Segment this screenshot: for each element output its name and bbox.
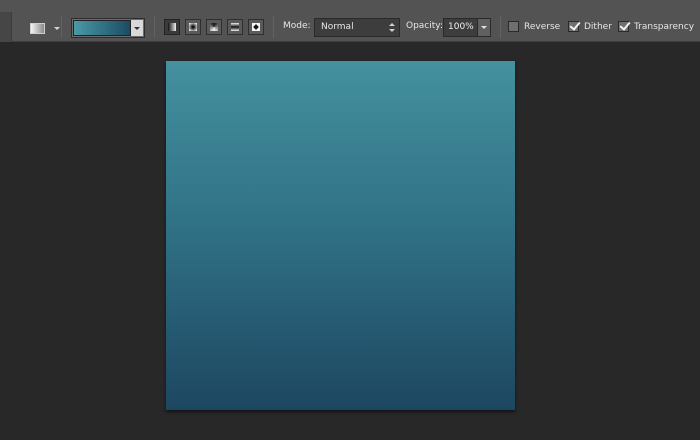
dither-label: Dither: [584, 21, 612, 32]
chevron-down-icon: [54, 26, 60, 30]
gradient-picker[interactable]: [71, 18, 145, 38]
separator: [61, 16, 62, 38]
mode-label: Mode:: [283, 21, 311, 31]
opacity-label: Opacity:: [406, 21, 443, 31]
linear-gradient-button[interactable]: [164, 19, 180, 35]
gradient-tool-preset-icon: [30, 22, 45, 34]
updown-arrows-icon: [389, 23, 395, 32]
reverse-checkbox-box[interactable]: [508, 21, 519, 32]
gradient-preview-swatch[interactable]: [73, 20, 131, 36]
reverse-label: Reverse: [524, 21, 561, 32]
gradient-picker-dropdown-icon[interactable]: [131, 20, 143, 36]
options-bar: Mode: Normal Opacity: 100% Reverse Dithe…: [0, 0, 700, 42]
reflected-gradient-icon: [231, 23, 239, 31]
mode-select[interactable]: Normal: [314, 18, 400, 37]
separator: [500, 16, 501, 38]
reflected-gradient-button[interactable]: [227, 19, 243, 35]
opacity-value[interactable]: 100%: [448, 19, 474, 36]
separator: [273, 16, 274, 38]
angle-gradient-button[interactable]: [206, 19, 222, 35]
document-canvas[interactable]: [166, 61, 515, 410]
radial-gradient-icon: [189, 23, 197, 31]
dither-checkbox-box[interactable]: [568, 21, 579, 32]
diamond-gradient-icon: [252, 23, 260, 31]
reverse-checkbox[interactable]: Reverse: [508, 21, 560, 32]
workspace: [0, 42, 700, 440]
transparency-checkbox-box[interactable]: [618, 21, 629, 32]
options-bar-grip[interactable]: [0, 12, 12, 42]
diamond-gradient-button[interactable]: [248, 19, 264, 35]
dither-checkbox[interactable]: Dither: [568, 21, 612, 32]
transparency-label: Transparency: [634, 21, 695, 32]
mode-value: Normal: [321, 22, 354, 32]
opacity-field[interactable]: 100%: [443, 18, 491, 37]
opacity-dropdown-icon[interactable]: [477, 19, 490, 36]
separator: [154, 16, 155, 38]
angle-gradient-icon: [210, 23, 218, 31]
radial-gradient-button[interactable]: [185, 19, 201, 35]
linear-gradient-icon: [168, 23, 176, 31]
transparency-checkbox[interactable]: Transparency: [618, 21, 694, 32]
tool-preset-picker[interactable]: [30, 19, 68, 37]
